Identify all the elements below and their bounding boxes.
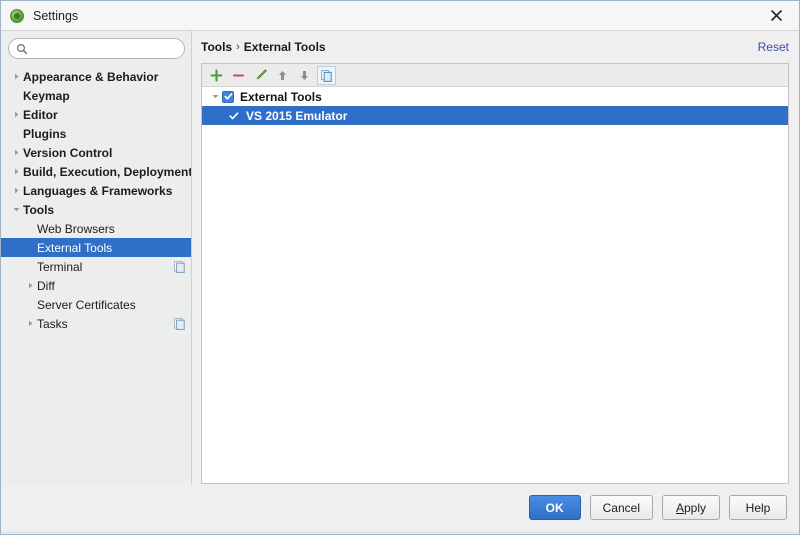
settings-detail-panel: Tools › External Tools Reset External To… bbox=[192, 31, 799, 484]
plus-icon bbox=[210, 69, 223, 81]
chevron-down-icon[interactable] bbox=[208, 92, 222, 101]
sidebar-item-label: External Tools bbox=[37, 240, 113, 255]
external-tools-list: External Tools VS 2015 Emulator bbox=[202, 87, 788, 483]
dialog-body: Appearance & Behavior Keymap Editor Plugins… bbox=[1, 31, 799, 484]
sidebar-item-diff[interactable]: Diff bbox=[1, 276, 191, 295]
settings-category-tree: Appearance & Behavior Keymap Editor Plugins… bbox=[1, 65, 191, 484]
chevron-down-icon[interactable] bbox=[9, 205, 23, 214]
arrow-up-icon bbox=[279, 70, 286, 80]
chevron-right-icon[interactable] bbox=[9, 167, 23, 176]
breadcrumb-current: External Tools bbox=[243, 39, 326, 54]
sidebar-item-languages-frameworks[interactable]: Languages & Frameworks bbox=[1, 181, 191, 200]
tools-group-row[interactable]: External Tools bbox=[202, 87, 788, 106]
sidebar-item-version-control[interactable]: Version Control bbox=[1, 143, 191, 162]
external-tools-panel: External Tools VS 2015 Emulator bbox=[201, 63, 789, 484]
sidebar-item-label: Languages & Frameworks bbox=[23, 183, 173, 198]
sidebar-item-label: Diff bbox=[37, 278, 55, 293]
title-bar: Settings bbox=[1, 1, 799, 31]
sidebar-item-tasks[interactable]: Tasks bbox=[1, 314, 191, 333]
settings-sidebar: Appearance & Behavior Keymap Editor Plugins… bbox=[1, 31, 192, 484]
sidebar-item-label: Version Control bbox=[23, 145, 113, 160]
sidebar-item-label: Terminal bbox=[37, 259, 83, 274]
window-bottom-edge bbox=[1, 531, 799, 534]
arrow-down-icon bbox=[301, 70, 308, 80]
sidebar-item-label: Plugins bbox=[23, 126, 67, 141]
module-badge-icon bbox=[174, 317, 185, 330]
chevron-right-icon bbox=[28, 282, 32, 289]
ok-button[interactable]: OK bbox=[528, 495, 581, 520]
group-checkbox[interactable] bbox=[222, 90, 234, 103]
chevron-right-icon[interactable] bbox=[23, 281, 37, 290]
module-badge-icon bbox=[174, 260, 185, 273]
chevron-right-icon bbox=[14, 168, 18, 175]
cancel-button[interactable]: Cancel bbox=[589, 495, 653, 520]
sidebar-item-label: Build, Execution, Deployment bbox=[23, 164, 191, 179]
close-button[interactable] bbox=[754, 1, 799, 29]
remove-button[interactable] bbox=[229, 66, 248, 85]
apply-button[interactable]: Apply bbox=[662, 495, 720, 520]
chevron-right-icon[interactable] bbox=[9, 72, 23, 81]
edit-button[interactable] bbox=[251, 66, 270, 85]
move-up-button[interactable] bbox=[273, 66, 292, 85]
move-down-button[interactable] bbox=[295, 66, 314, 85]
sidebar-item-label: Appearance & Behavior bbox=[23, 69, 159, 84]
sidebar-item-label: Tools bbox=[23, 202, 55, 217]
sidebar-item-label: Web Browsers bbox=[37, 221, 115, 236]
sidebar-item-server-certificates[interactable]: Server Certificates bbox=[1, 295, 191, 314]
breadcrumb: Tools › External Tools Reset bbox=[201, 31, 789, 59]
checkmark-icon bbox=[223, 93, 232, 100]
reset-link[interactable]: Reset bbox=[758, 40, 789, 54]
pencil-icon bbox=[255, 69, 267, 80]
copy-icon bbox=[321, 69, 332, 82]
sidebar-item-tools[interactable]: Tools bbox=[1, 200, 191, 219]
chevron-right-icon[interactable] bbox=[23, 319, 37, 328]
dialog-footer: OK Cancel Apply Help bbox=[1, 484, 799, 531]
breadcrumb-parent[interactable]: Tools bbox=[201, 40, 232, 54]
chevron-right-icon bbox=[14, 73, 18, 80]
window-title: Settings bbox=[33, 8, 79, 23]
sidebar-item-plugins[interactable]: Plugins bbox=[1, 124, 191, 143]
ide-logo-icon bbox=[10, 8, 24, 23]
minus-icon bbox=[232, 73, 245, 77]
settings-dialog: Settings Appearance & Behavior Keymap Edit… bbox=[0, 0, 800, 535]
sidebar-item-label: Tasks bbox=[37, 316, 68, 331]
chevron-right-icon[interactable] bbox=[9, 110, 23, 119]
chevron-right-icon bbox=[14, 187, 18, 194]
tools-list-item[interactable]: VS 2015 Emulator bbox=[202, 106, 788, 125]
sidebar-item-label: Server Certificates bbox=[37, 297, 136, 312]
search-icon bbox=[16, 43, 28, 54]
sidebar-item-editor[interactable]: Editor bbox=[1, 105, 191, 124]
add-button[interactable] bbox=[207, 66, 226, 85]
chevron-down-icon bbox=[13, 208, 19, 212]
module-badge-icon bbox=[174, 260, 185, 273]
chevron-right-icon[interactable] bbox=[9, 186, 23, 195]
sidebar-item-label: Keymap bbox=[23, 88, 70, 103]
tools-list-item-label: VS 2015 Emulator bbox=[246, 108, 348, 123]
sidebar-item-build-execution-deployment[interactable]: Build, Execution, Deployment bbox=[1, 162, 191, 181]
help-button[interactable]: Help bbox=[729, 495, 787, 520]
close-icon bbox=[771, 9, 782, 21]
chevron-right-icon[interactable] bbox=[9, 148, 23, 157]
chevron-down-icon bbox=[212, 95, 218, 99]
item-checkmark-icon[interactable] bbox=[228, 111, 240, 121]
chevron-right-icon bbox=[28, 320, 32, 327]
sidebar-item-terminal[interactable]: Terminal bbox=[1, 257, 191, 276]
search-box[interactable] bbox=[8, 38, 185, 59]
copy-button[interactable] bbox=[317, 65, 336, 85]
external-tools-toolbar bbox=[202, 64, 788, 87]
chevron-right-icon bbox=[14, 111, 18, 118]
sidebar-item-external-tools[interactable]: External Tools bbox=[1, 238, 191, 257]
search-container bbox=[1, 31, 191, 65]
tools-group-label: External Tools bbox=[240, 89, 322, 104]
sidebar-item-keymap[interactable]: Keymap bbox=[1, 86, 191, 105]
breadcrumb-separator-icon: › bbox=[236, 40, 240, 53]
sidebar-item-appearance-behavior[interactable]: Appearance & Behavior bbox=[1, 67, 191, 86]
search-input[interactable] bbox=[33, 42, 173, 55]
sidebar-item-web-browsers[interactable]: Web Browsers bbox=[1, 219, 191, 238]
module-badge-icon bbox=[174, 317, 185, 330]
chevron-right-icon bbox=[14, 149, 18, 156]
sidebar-item-label: Editor bbox=[23, 107, 58, 122]
